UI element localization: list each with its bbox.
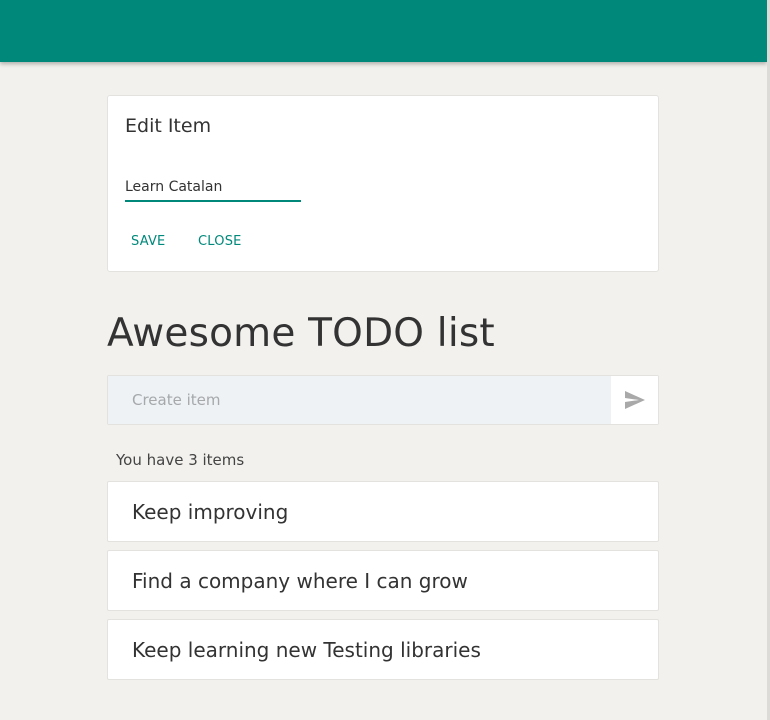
send-button[interactable] <box>611 376 658 424</box>
create-item-form <box>107 375 659 425</box>
close-button[interactable]: CLOSE <box>198 234 242 249</box>
todo-list: Keep improving Find a company where I ca… <box>107 481 659 688</box>
list-item[interactable]: Keep improving <box>107 481 659 542</box>
list-item[interactable]: Keep learning new Testing libraries <box>107 619 659 680</box>
top-app-bar <box>0 0 767 62</box>
edit-item-input[interactable] <box>125 174 301 202</box>
edit-item-card: Edit Item SAVE CLOSE <box>107 95 659 272</box>
create-item-input[interactable] <box>108 376 611 424</box>
item-count: You have 3 items <box>116 451 245 469</box>
edit-item-title: Edit Item <box>125 115 212 137</box>
list-item[interactable]: Find a company where I can grow <box>107 550 659 611</box>
save-button[interactable]: SAVE <box>131 234 165 249</box>
send-icon <box>625 391 645 409</box>
page-title: Awesome TODO list <box>107 311 495 356</box>
